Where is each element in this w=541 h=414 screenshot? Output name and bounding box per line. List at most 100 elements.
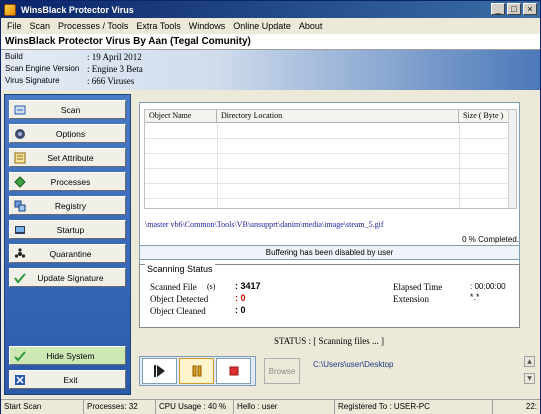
maximize-button[interactable]: □: [507, 3, 521, 15]
scroll-up-arrow[interactable]: ▲: [524, 356, 535, 367]
pause-icon: [192, 365, 201, 377]
sidebar-item-hide-system[interactable]: Hide System: [9, 346, 126, 365]
info-value: : 666 Viruses: [87, 76, 135, 86]
elapsed-time-label: Elapsed Time: [393, 282, 443, 292]
column-object-name[interactable]: Object Name: [145, 110, 217, 123]
scan-controls: [139, 356, 256, 386]
minimize-button[interactable]: _: [491, 3, 505, 15]
sidebar-item-registry[interactable]: Registry: [9, 196, 126, 215]
stop-button[interactable]: [216, 358, 251, 384]
menu-bar: File Scan Processes / Tools Extra Tools …: [1, 18, 540, 34]
progress-text: 0 % Completed.: [462, 235, 519, 244]
object-cleaned-value: : 0: [235, 305, 246, 315]
scanned-file-unit: (s): [207, 282, 216, 291]
info-value: : Engine 3 Beta: [87, 64, 143, 74]
browse-button[interactable]: Browse: [264, 358, 300, 384]
table-row: [145, 183, 509, 184]
main-panel: Object Name Directory Location Size ( By…: [135, 94, 523, 395]
processes-icon: [14, 175, 26, 188]
app-icon: [4, 3, 16, 16]
elapsed-time-value: : 00:00:00: [470, 282, 506, 291]
column-size[interactable]: Size ( Byte ): [459, 110, 509, 123]
buffer-message-bar: Buffering has been disabled by user: [139, 245, 520, 260]
sidebar-item-set-attribute[interactable]: Set Attribute: [9, 148, 126, 167]
sidebar-item-label: Options: [55, 128, 86, 139]
info-value: : 19 April 2012: [87, 52, 142, 62]
scan-status-line: STATUS : [ Scanning files ... ]: [273, 336, 385, 346]
sidebar-item-label: Set Attribute: [47, 152, 94, 163]
hide-icon: [14, 350, 26, 362]
menu-processes-tools[interactable]: Processes / Tools: [54, 21, 132, 31]
sidebar-item-update-signature[interactable]: Update Signature: [9, 268, 126, 287]
sidebar-item-options[interactable]: Options: [9, 124, 126, 143]
exit-icon: [14, 374, 26, 386]
attribute-icon: [14, 152, 26, 164]
registry-icon: [14, 200, 26, 212]
status-processes: Processes: 32: [84, 400, 156, 414]
title-bar[interactable]: WinsBlack Protector Virus _ □ ×: [1, 1, 540, 18]
table-row: [145, 153, 509, 154]
stop-icon: [229, 366, 238, 376]
sidebar-item-exit[interactable]: Exit: [9, 370, 126, 389]
scan-icon: [14, 104, 26, 116]
sidebar-item-label: Exit: [63, 374, 78, 385]
status-cpu-usage: CPU Usage : 40 %: [156, 400, 234, 414]
menu-file[interactable]: File: [3, 21, 26, 31]
info-label: Virus Signature: [5, 76, 60, 85]
sidebar-item-label: Processes: [50, 176, 91, 187]
status-registered: Registered To : USER-PC: [335, 400, 493, 414]
extension-value: *.*: [470, 292, 480, 302]
object-detected-label: Object Detected: [150, 294, 209, 304]
menu-about[interactable]: About: [295, 21, 327, 31]
sidebar-item-quarantine[interactable]: Quarantine: [9, 244, 126, 263]
sidebar-item-scan[interactable]: Scan: [9, 100, 126, 119]
column-divider: [217, 123, 218, 208]
object-detected-value: : 0: [235, 293, 246, 303]
info-label: Build: [5, 52, 23, 61]
table-row: [145, 138, 509, 139]
sidebar-item-label: Registry: [54, 200, 87, 211]
scroll-down-arrow[interactable]: ▼: [524, 373, 535, 384]
table-row: [145, 198, 509, 199]
play-icon: [153, 365, 165, 377]
scan-folder-path: C:\Users\user\Desktop: [313, 360, 394, 369]
info-label: Scan Engine Version: [5, 64, 80, 73]
buffer-message: Buffering has been disabled by user: [265, 248, 394, 257]
sidebar-item-label: Scan: [60, 104, 81, 115]
extension-label: Extension: [393, 294, 429, 304]
scanning-status-legend: Scanning Status: [145, 264, 215, 274]
column-directory-location[interactable]: Directory Location: [217, 110, 459, 123]
status-greeting: Hello : user: [234, 400, 335, 414]
menu-extra-tools[interactable]: Extra Tools: [132, 21, 184, 31]
folder-scrollbar[interactable]: ▲ ▼: [524, 356, 535, 386]
sidebar-item-processes[interactable]: Processes: [9, 172, 126, 191]
info-panel: Build : 19 April 2012 Scan Engine Versio…: [1, 50, 540, 90]
menu-scan[interactable]: Scan: [26, 21, 55, 31]
table-scrollbar[interactable]: [508, 110, 516, 208]
sidebar-item-label: Update Signature: [37, 272, 104, 283]
pause-button[interactable]: [179, 358, 214, 384]
menu-online-update[interactable]: Online Update: [229, 21, 295, 31]
sidebar-item-startup[interactable]: Startup: [9, 220, 126, 239]
sidebar-item-label: Quarantine: [49, 248, 92, 259]
table-row: [145, 168, 509, 169]
sidebar-item-label: Startup: [56, 224, 85, 235]
startup-icon: [14, 224, 26, 236]
status-bar: Start Scan Processes: 32 CPU Usage : 40 …: [1, 399, 540, 414]
status-action: Start Scan: [1, 400, 84, 414]
scanned-file-value: : 3417: [235, 281, 261, 291]
menu-windows[interactable]: Windows: [185, 21, 230, 31]
quarantine-icon: [14, 247, 26, 260]
current-file-path: \master vb6\Common\Tools\VB\unsupprt\dan…: [145, 220, 384, 229]
options-icon: [14, 128, 26, 140]
sidebar: Scan Options Set Attribute Processes Reg…: [4, 94, 131, 395]
sidebar-item-label: Hide System: [46, 350, 95, 361]
close-button[interactable]: ×: [523, 3, 537, 15]
scanning-status-box: Scanning Status Scanned File (s) : 3417 …: [139, 264, 520, 328]
app-header-title: WinsBlack Protector Virus By Aan (Tegal …: [5, 36, 251, 47]
results-table[interactable]: Object Name Directory Location Size ( By…: [144, 109, 517, 209]
app-header: WinsBlack Protector Virus By Aan (Tegal …: [1, 34, 540, 50]
play-button[interactable]: [142, 358, 177, 384]
window-title: WinsBlack Protector Virus: [21, 4, 134, 15]
table-header: Object Name Directory Location Size ( By…: [145, 110, 516, 123]
